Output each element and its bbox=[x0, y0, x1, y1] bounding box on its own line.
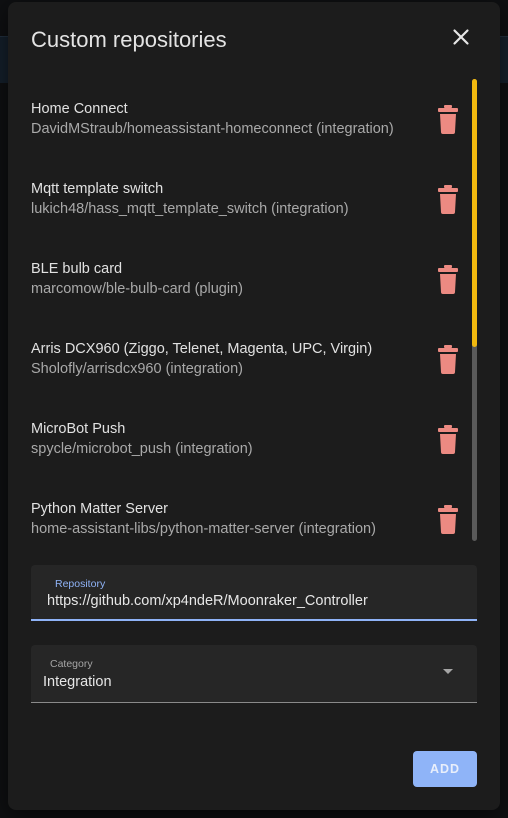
repository-input-value[interactable]: https://github.com/xp4ndeR/Moonraker_Con… bbox=[47, 593, 368, 609]
repository-input[interactable]: Repository https://github.com/xp4ndeR/Mo… bbox=[31, 565, 477, 621]
category-select[interactable]: Category Integration bbox=[31, 645, 477, 703]
repository-path: DavidMStraub/homeassistant-homeconnect (… bbox=[31, 121, 394, 137]
repository-list-scrollbar[interactable] bbox=[472, 79, 477, 541]
delete-repository-button[interactable] bbox=[432, 502, 464, 538]
repository-path: lukich48/hass_mqtt_template_switch (inte… bbox=[31, 201, 349, 217]
repository-name: Mqtt template switch bbox=[31, 181, 164, 197]
delete-repository-button[interactable] bbox=[432, 102, 464, 138]
repository-name: Arris DCX960 (Ziggo, Telenet, Magenta, U… bbox=[31, 341, 373, 357]
dropdown-arrow-icon bbox=[443, 669, 453, 674]
custom-repositories-dialog: Custom repositories Home Connect DavidMS… bbox=[8, 2, 500, 810]
trash-icon bbox=[438, 505, 458, 534]
repository-item: Home Connect DavidMStraub/homeassistant-… bbox=[8, 82, 478, 162]
trash-icon bbox=[438, 105, 458, 134]
repository-item: Arris DCX960 (Ziggo, Telenet, Magenta, U… bbox=[8, 322, 478, 402]
trash-icon bbox=[438, 265, 458, 294]
trash-icon bbox=[438, 425, 458, 454]
close-button[interactable] bbox=[445, 21, 477, 53]
delete-repository-button[interactable] bbox=[432, 182, 464, 218]
category-select-label: Category bbox=[50, 658, 93, 670]
repository-item: MicroBot Push spycle/microbot_push (inte… bbox=[8, 402, 478, 482]
close-icon bbox=[453, 29, 469, 45]
repository-name: BLE bulb card bbox=[31, 261, 123, 277]
repository-input-label: Repository bbox=[55, 578, 106, 590]
repository-path: Sholofly/arrisdcx960 (integration) bbox=[31, 361, 243, 377]
trash-icon bbox=[438, 345, 458, 374]
repository-list: Home Connect DavidMStraub/homeassistant-… bbox=[8, 82, 500, 542]
delete-repository-button[interactable] bbox=[432, 422, 464, 458]
repository-name: MicroBot Push bbox=[31, 421, 126, 437]
repository-path: home-assistant-libs/python-matter-server… bbox=[31, 521, 376, 537]
dialog-title: Custom repositories bbox=[31, 27, 227, 52]
category-select-value: Integration bbox=[43, 674, 112, 690]
add-button[interactable]: ADD bbox=[413, 751, 477, 787]
repository-name: Home Connect bbox=[31, 101, 128, 117]
repository-name: Python Matter Server bbox=[31, 501, 168, 517]
trash-icon bbox=[438, 185, 458, 214]
repository-item: BLE bulb card marcomow/ble-bulb-card (pl… bbox=[8, 242, 478, 322]
repository-item: Mqtt template switch lukich48/hass_mqtt_… bbox=[8, 162, 478, 242]
repository-path: spycle/microbot_push (integration) bbox=[31, 441, 253, 457]
repository-path: marcomow/ble-bulb-card (plugin) bbox=[31, 281, 243, 297]
delete-repository-button[interactable] bbox=[432, 342, 464, 378]
repository-item: Python Matter Server home-assistant-libs… bbox=[8, 482, 478, 542]
scrollbar-thumb[interactable] bbox=[472, 79, 477, 347]
delete-repository-button[interactable] bbox=[432, 262, 464, 298]
